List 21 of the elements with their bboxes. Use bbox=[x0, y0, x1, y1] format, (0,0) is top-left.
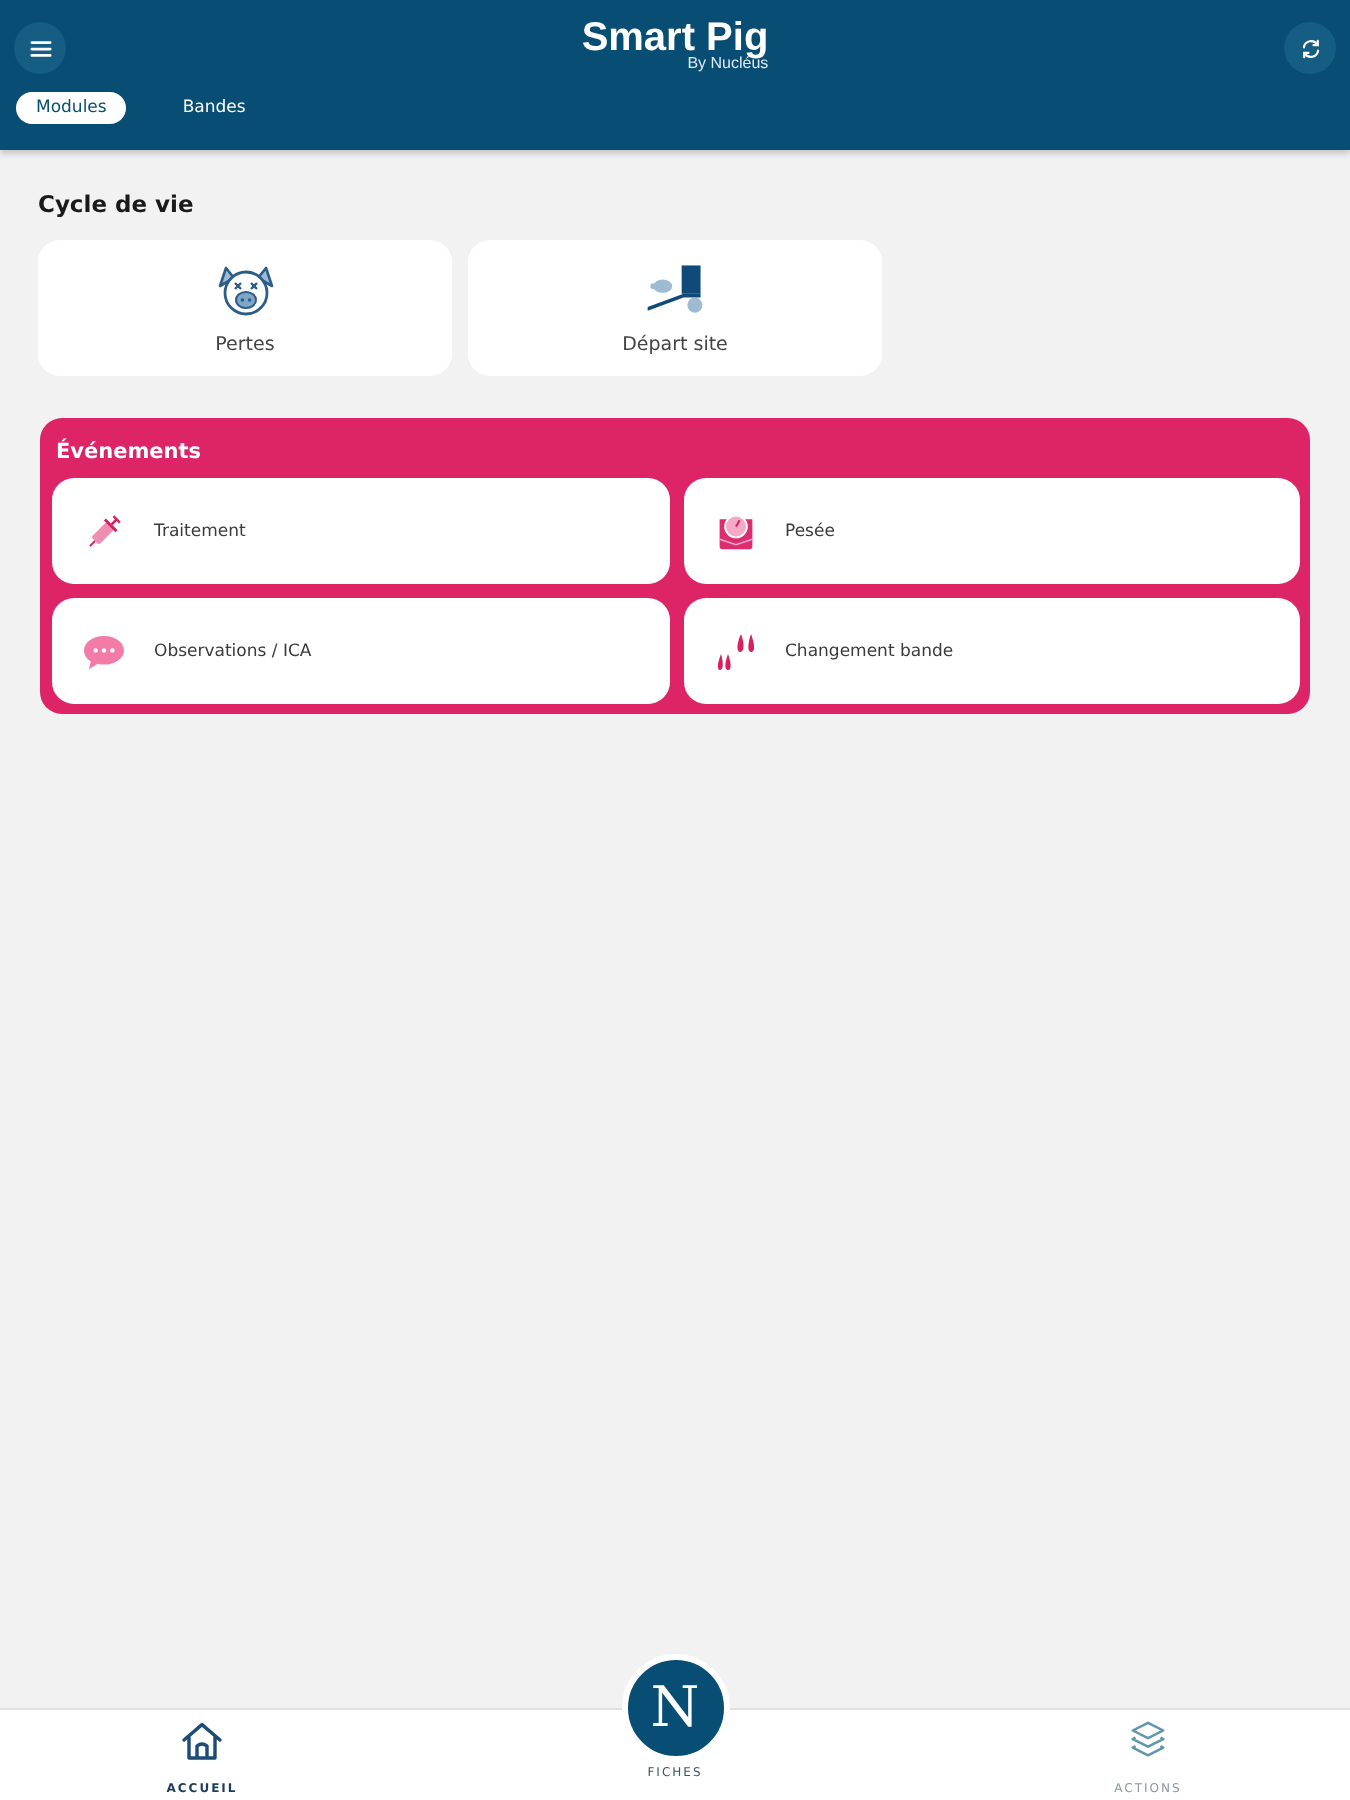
event-card[interactable]: Traitement bbox=[52, 478, 669, 584]
event-card[interactable]: Observations / ICA bbox=[52, 598, 669, 704]
hoof-prints-icon bbox=[713, 631, 757, 671]
n-logo: N bbox=[621, 1654, 729, 1762]
module-tab[interactable]: Bandes bbox=[162, 92, 266, 124]
module-tab[interactable]: Modules bbox=[16, 92, 127, 124]
speech-bubble-icon bbox=[82, 631, 126, 671]
event-card[interactable]: Changement bande bbox=[683, 598, 1300, 704]
app-title: Smart Pig bbox=[581, 18, 769, 60]
app-subtitle: By Nucléus bbox=[687, 56, 769, 72]
menu-button[interactable] bbox=[14, 22, 66, 74]
layers-icon bbox=[1126, 1720, 1170, 1762]
event-card[interactable]: Pesée bbox=[683, 478, 1300, 584]
refresh-icon bbox=[1299, 37, 1321, 59]
refresh-button[interactable] bbox=[1284, 22, 1336, 74]
lifecycle-card[interactable]: Pertes bbox=[38, 240, 452, 376]
home-icon bbox=[180, 1720, 224, 1762]
section-title: Cycle de vie bbox=[38, 190, 196, 218]
menu-icon bbox=[29, 37, 51, 59]
events-title: Événements bbox=[54, 436, 204, 468]
lifecycle-card[interactable]: Départ site bbox=[468, 240, 882, 376]
